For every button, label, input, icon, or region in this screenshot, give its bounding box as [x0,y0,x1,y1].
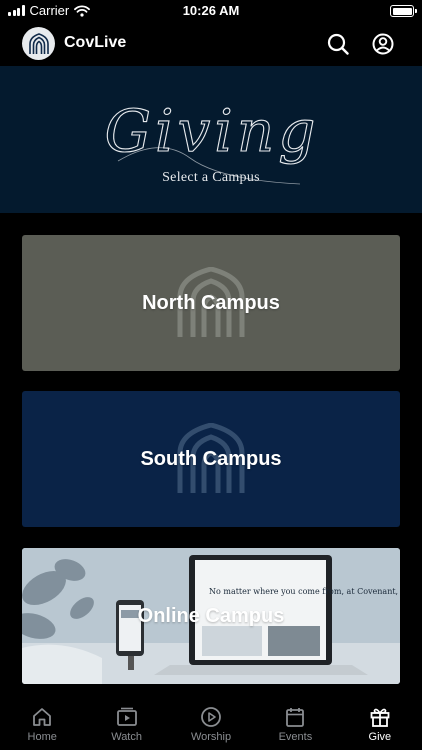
laptop-screen-headline: No matter where you come from, at Covena… [209,587,400,596]
gift-icon [370,708,390,727]
play-circle-icon [201,707,221,727]
tab-label: Watch [111,731,142,743]
video-play-icon [116,707,137,726]
south-campus-card[interactable]: South Campus [22,391,400,527]
tab-watch[interactable]: Watch [84,697,168,750]
giving-banner: Giving Select a Campus [0,66,422,213]
campus-label: South Campus [140,447,282,470]
tab-label: Worship [190,731,232,743]
app-header: CovLive [0,24,422,66]
app-title: CovLive [64,34,127,51]
campus-label: North Campus [142,291,280,314]
church-arch-icon[interactable] [22,27,55,60]
search-icon[interactable] [325,31,351,57]
tab-give[interactable]: Give [338,697,422,750]
tab-label: Give [368,731,392,743]
battery-icon [390,5,417,17]
north-campus-card[interactable]: North Campus [22,235,400,371]
campus-label: Online Campus [137,604,285,627]
banner-subtitle: Select a Campus [162,170,260,185]
tab-events[interactable]: Events [253,697,337,750]
calendar-icon [286,708,305,727]
status-bar: Carrier 10:26 AM [0,0,422,24]
status-time: 10:26 AM [182,3,240,18]
online-campus-card[interactable]: No matter where you come from, at Covena… [22,548,400,684]
tab-label: Home [27,731,57,743]
tab-label: Events [278,731,313,743]
bottom-tab-bar: Home Watch Worship Events Give [0,697,422,750]
tab-home[interactable]: Home [0,697,84,750]
svg-text:Giving: Giving [105,97,320,165]
user-circle-icon[interactable] [370,31,396,57]
tab-worship[interactable]: Worship [169,697,253,750]
home-icon [33,708,52,726]
giving-script-title: Giving [104,96,320,185]
